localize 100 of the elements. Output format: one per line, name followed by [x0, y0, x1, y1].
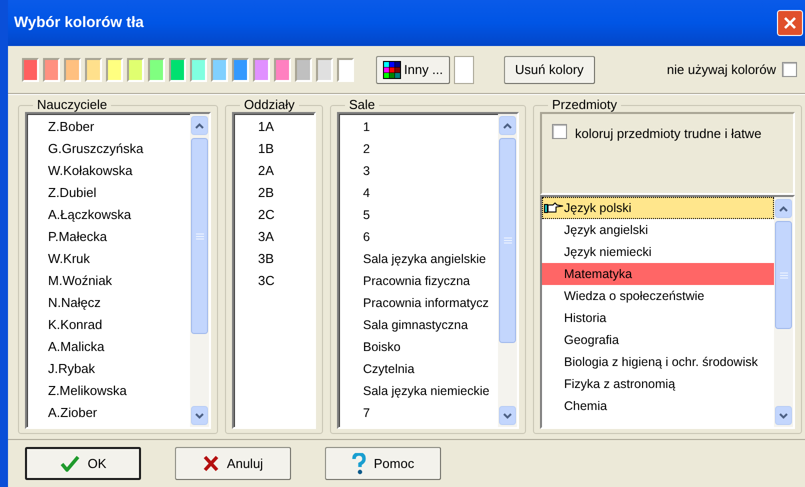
teacher-item[interactable]: A.Łączkowska	[27, 204, 190, 226]
subject-item[interactable]: Język polski	[542, 197, 774, 219]
teacher-item[interactable]: A.Malicka	[27, 336, 190, 358]
scroll-down-button[interactable]	[499, 406, 516, 425]
dialog-button[interactable]: OK	[25, 447, 141, 480]
teacher-item[interactable]: W.Kołakowska	[27, 160, 190, 182]
teacher-item[interactable]: A.Ziober	[27, 402, 190, 424]
teacher-item[interactable]: Z.Melikowska	[27, 380, 190, 402]
color-swatch[interactable]	[253, 58, 270, 82]
color-swatch[interactable]	[211, 58, 228, 82]
color-swatch[interactable]	[106, 58, 123, 82]
class-item[interactable]: 3B	[234, 248, 314, 270]
group-title: Sale	[348, 98, 376, 112]
color-swatch[interactable]	[169, 58, 186, 82]
color-swatch[interactable]	[64, 58, 81, 82]
subject-item[interactable]: Geografia	[542, 329, 774, 351]
room-item[interactable]: 7	[339, 402, 498, 424]
chevron-down-icon	[779, 412, 788, 418]
chevron-up-icon	[779, 206, 788, 212]
checkbox[interactable]	[782, 62, 797, 77]
class-item[interactable]: 2C	[234, 204, 314, 226]
group-title: Przedmioty	[551, 98, 618, 112]
subject-item[interactable]: Biologia z higieną i ochr. środowisk	[542, 351, 774, 373]
color-grid-icon	[383, 60, 401, 78]
color-swatch[interactable]	[85, 58, 102, 82]
scroll-up-button[interactable]	[499, 116, 516, 135]
subject-item[interactable]: Matematyka	[542, 263, 774, 285]
color-swatch[interactable]	[232, 58, 249, 82]
class-item[interactable]: 3C	[234, 270, 314, 292]
chevron-up-icon	[503, 122, 512, 128]
scroll-down-button[interactable]	[775, 406, 792, 425]
subject-item[interactable]: Język angielski	[542, 219, 774, 241]
other-color-button[interactable]: Inny ...	[376, 56, 450, 84]
class-item[interactable]: 2B	[234, 182, 314, 204]
group-title: Nauczyciele	[36, 98, 108, 112]
class-item[interactable]: 3A	[234, 226, 314, 248]
cross-icon	[202, 455, 219, 472]
scroll-down-button[interactable]	[191, 406, 208, 425]
color-swatch[interactable]	[274, 58, 291, 82]
subject-item[interactable]: Fizyka z astronomią	[542, 373, 774, 395]
subject-item[interactable]: Historia	[542, 307, 774, 329]
subject-item[interactable]: Wiedza o społeczeństwie	[542, 285, 774, 307]
room-item[interactable]: 1	[339, 116, 498, 138]
color-preview	[454, 56, 474, 84]
teacher-item[interactable]: Z.Bober	[27, 116, 190, 138]
teacher-item[interactable]: N.Nałęcz	[27, 292, 190, 314]
color-swatch[interactable]	[295, 58, 312, 82]
teacher-item[interactable]: P.Małecka	[27, 226, 190, 248]
question-mark-icon	[352, 452, 366, 474]
checkbox-label: koloruj przedmioty trudne i łatwe	[575, 125, 762, 143]
checkmark-icon	[60, 454, 80, 472]
class-item[interactable]: 1A	[234, 116, 314, 138]
grip-icon	[196, 232, 204, 240]
room-item[interactable]: Pracownia informatycz	[339, 292, 498, 314]
grip-icon	[504, 237, 512, 244]
class-item[interactable]: 1B	[234, 138, 314, 160]
chevron-down-icon	[503, 412, 512, 418]
teacher-item[interactable]: G.Gruszczyńska	[27, 138, 190, 160]
color-swatch[interactable]	[316, 58, 333, 82]
color-swatch[interactable]	[148, 58, 165, 82]
subject-item[interactable]: Język niemiecki	[542, 241, 774, 263]
scrollbar[interactable]	[498, 114, 517, 427]
room-item[interactable]: Pracownia fizyczna	[339, 270, 498, 292]
room-item[interactable]: 5	[339, 204, 498, 226]
scroll-thumb[interactable]	[191, 138, 208, 334]
checkbox[interactable]	[552, 124, 567, 139]
teacher-item[interactable]: Z.Dubiel	[27, 182, 190, 204]
room-item[interactable]: Sala języka niemieckie	[339, 380, 498, 402]
teacher-item[interactable]: M.Woźniak	[27, 270, 190, 292]
grip-icon	[780, 272, 788, 278]
subject-item[interactable]: Chemia	[542, 395, 774, 417]
room-item[interactable]: 4	[339, 182, 498, 204]
room-item[interactable]: 2	[339, 138, 498, 160]
room-item[interactable]: Sala języka angielskie	[339, 248, 498, 270]
scroll-thumb[interactable]	[775, 221, 792, 329]
color-swatch[interactable]	[127, 58, 144, 82]
scrollbar[interactable]	[190, 114, 209, 427]
teacher-item[interactable]: W.Kruk	[27, 248, 190, 270]
color-swatch[interactable]	[190, 58, 207, 82]
dialog-button[interactable]: Anuluj	[175, 447, 291, 480]
room-item[interactable]: 6	[339, 226, 498, 248]
scroll-up-button[interactable]	[775, 199, 792, 218]
color-swatch[interactable]	[43, 58, 60, 82]
room-item[interactable]: Sala gimnastyczna	[339, 314, 498, 336]
room-item[interactable]: 3	[339, 160, 498, 182]
chevron-down-icon	[195, 412, 204, 418]
dialog-button[interactable]: Pomoc	[325, 447, 441, 480]
teacher-item[interactable]: J.Rybak	[27, 358, 190, 380]
pointing-hand-icon	[544, 202, 564, 214]
remove-colors-button[interactable]: Usuń kolory	[504, 56, 595, 84]
teacher-item[interactable]: K.Konrad	[27, 314, 190, 336]
close-button[interactable]	[777, 10, 803, 36]
scroll-up-button[interactable]	[191, 116, 208, 135]
scroll-thumb[interactable]	[499, 138, 516, 343]
color-swatch[interactable]	[22, 58, 39, 82]
scrollbar[interactable]	[774, 197, 793, 427]
color-swatch[interactable]	[337, 58, 354, 82]
room-item[interactable]: Czytelnia	[339, 358, 498, 380]
room-item[interactable]: Boisko	[339, 336, 498, 358]
class-item[interactable]: 2A	[234, 160, 314, 182]
